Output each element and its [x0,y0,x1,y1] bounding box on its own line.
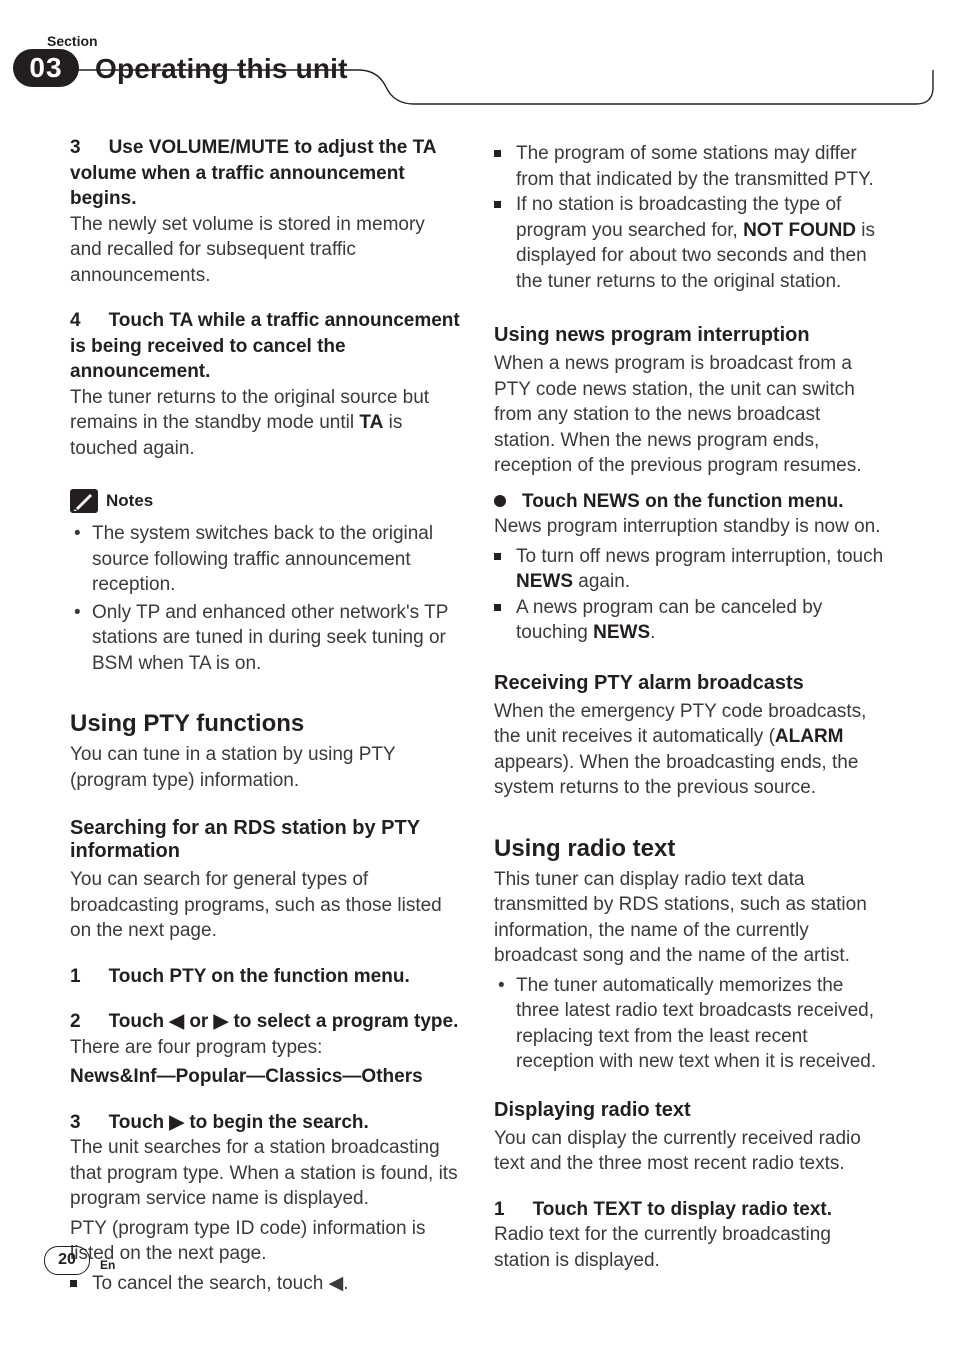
radio-intro: This tuner can display radio text data t… [494,867,884,969]
step-4-body: The tuner returns to the original source… [70,385,460,462]
page-number: 20 [44,1246,90,1275]
news-turn-off: To turn off news program interruption, t… [494,544,884,595]
heading-displaying-radio-text: Displaying radio text [494,1099,884,1122]
step-4-heading: 4 Touch TA while a traffic announcement … [70,308,460,385]
right-column: The program of some stations may differ … [494,135,884,1296]
disp-body: You can display the currently received r… [494,1126,884,1177]
search-step-3: 3 Touch ▶ to begin the search. [70,1110,460,1136]
notes-label: Notes [106,491,153,511]
news-body: When a news program is broadcast from a … [494,351,884,479]
search-step-2-body: There are four program types: [70,1035,460,1061]
alarm-body: When the emergency PTY code broadcasts, … [494,699,884,801]
content-columns: 3 Use VOLUME/MUTE to adjust the TA volum… [70,135,884,1296]
radio-bullet-list: The tuner automatically memorizes the th… [494,973,884,1075]
list-item: The tuner automatically memorizes the th… [516,973,884,1075]
pty-intro: You can tune in a station by using PTY (… [70,742,460,793]
news-cancel: A news program can be canceled by touchi… [494,595,884,646]
note-program-differ: The program of some stations may differ … [494,141,884,192]
program-types: News&Inf—Popular—Classics—Others [70,1064,460,1090]
heading-search-rds: Searching for an RDS station by PTY info… [70,817,460,863]
page-language: En [100,1258,115,1272]
notes-icon [70,489,98,513]
list-item: Only TP and enhanced other network's TP … [92,600,460,677]
search-intro: You can search for general types of broa… [70,867,460,944]
display-step-1-body: Radio text for the currently broadcastin… [494,1222,884,1273]
heading-pty-alarm: Receiving PTY alarm broadcasts [494,672,884,695]
note-not-found-lead: If no station is broadcasting the type o… [494,192,884,294]
left-column: 3 Use VOLUME/MUTE to adjust the TA volum… [70,135,460,1296]
section-number-badge: 03 [13,49,79,87]
notes-list: The system switches back to the original… [70,521,460,676]
search-cancel-note: To cancel the search, touch ◀. [70,1271,460,1297]
list-item: The system switches back to the original… [92,521,460,598]
step-3-body: The newly set volume is stored in memory… [70,212,460,289]
heading-radio-text: Using radio text [494,835,884,863]
heading-news-interrupt: Using news program interruption [494,324,884,347]
display-step-1: 1 Touch TEXT to display radio text. [494,1197,884,1223]
search-step-2: 2 Touch ◀ or ▶ to select a program type. [70,1009,460,1035]
search-step-3-body1: The unit searches for a station broadcas… [70,1135,460,1212]
notes-header: Notes [70,489,460,513]
search-step-1: 1 Touch PTY on the function menu. [70,964,460,990]
section-label: Section [47,33,98,49]
search-step-3-body2: PTY (program type ID code) information i… [70,1216,460,1267]
header-rule [78,69,934,105]
news-after: News program interruption standby is now… [494,514,884,540]
heading-using-pty: Using PTY functions [70,710,460,738]
step-3-heading: 3 Use VOLUME/MUTE to adjust the TA volum… [70,135,460,212]
news-action: Touch NEWS on the function menu. [494,489,884,515]
